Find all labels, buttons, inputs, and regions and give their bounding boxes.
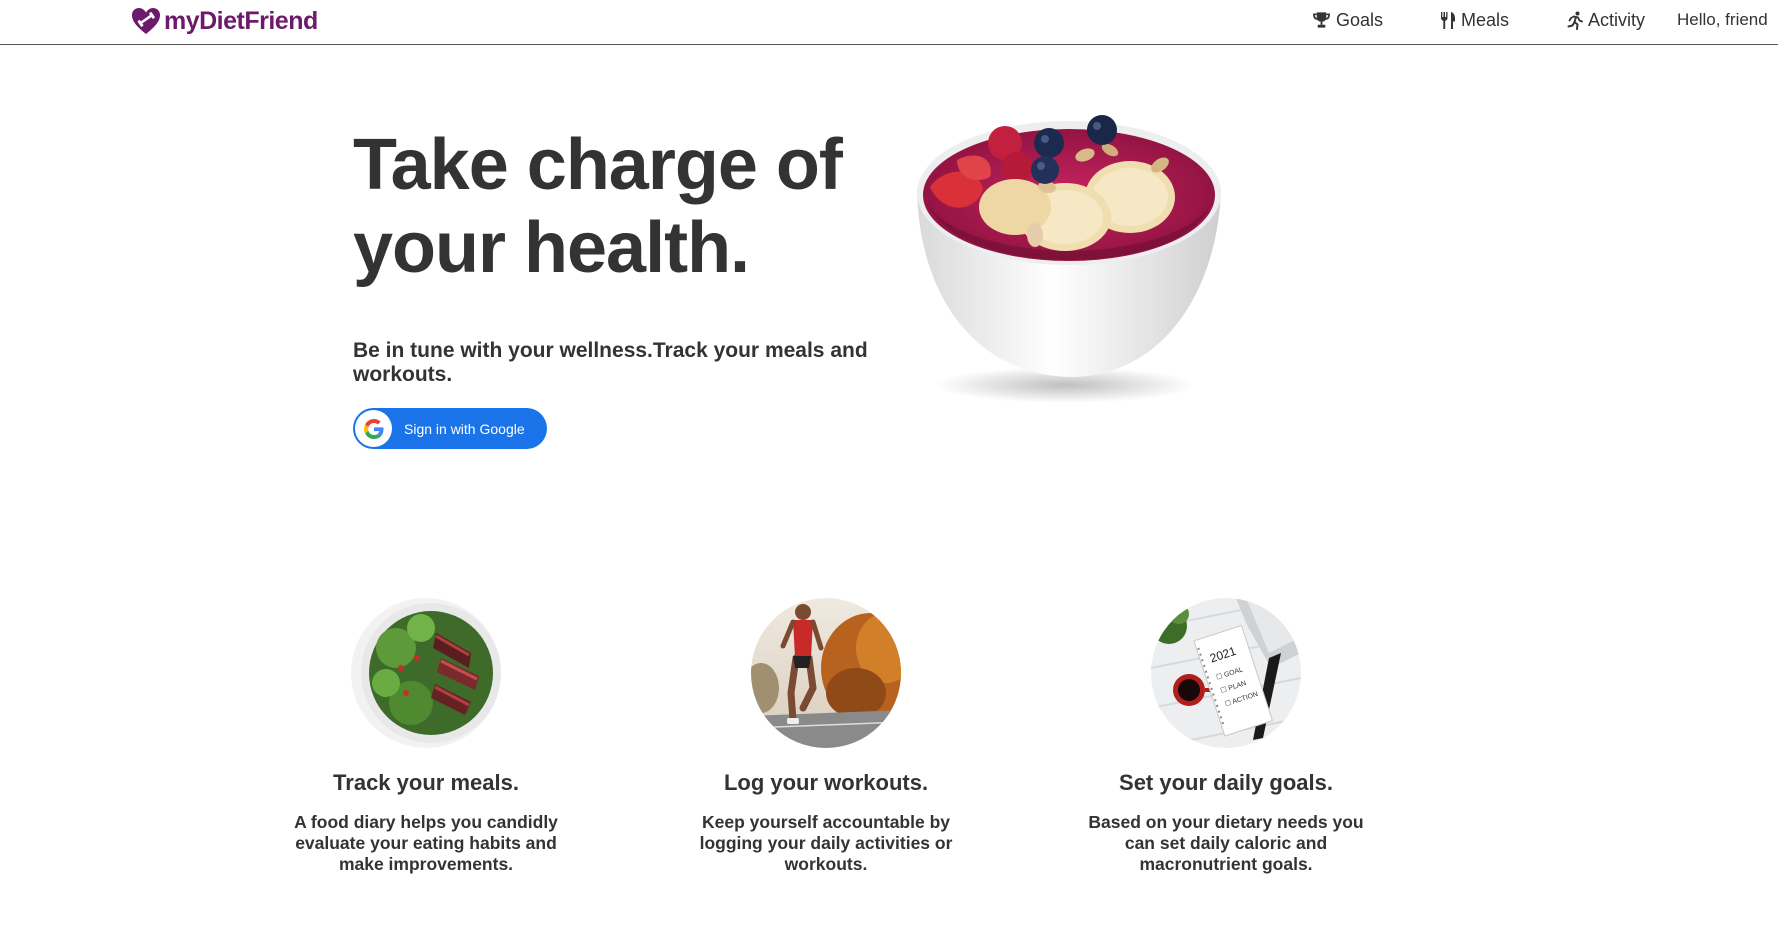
salad-steak-image — [351, 598, 501, 748]
google-signin-button[interactable]: Sign in with Google — [353, 408, 547, 449]
nav-meals-label: Meals — [1461, 9, 1510, 30]
feature-log-workouts: Log your workouts. Keep yourself account… — [676, 598, 976, 875]
feature-daily-goals: 2021 ☐ GOAL ☐ PLAN ☐ ACTION Set your dai… — [1076, 598, 1376, 875]
heart-dumbbell-icon — [132, 8, 160, 34]
hero-title: Take charge of your health. — [353, 125, 843, 288]
feature-title: Track your meals. — [333, 770, 519, 795]
top-navbar: myDietFriend Goals Meals Activity Hello,… — [0, 0, 1778, 45]
smoothie-bowl-image — [917, 115, 1221, 403]
nav-goals-label: Goals — [1336, 9, 1384, 30]
runner-image — [751, 598, 901, 748]
trophy-icon — [1313, 12, 1330, 28]
google-signin-label: Sign in with Google — [404, 420, 525, 437]
user-greeting: Hello, friend — [1677, 10, 1768, 29]
goals-notepad-image: 2021 ☐ GOAL ☐ PLAN ☐ ACTION — [1151, 598, 1301, 748]
hero-subtitle: Be in tune with your wellness.Track your… — [353, 339, 868, 386]
nav-activity-label: Activity — [1588, 9, 1646, 30]
nav-meals[interactable]: Meals — [1440, 0, 1509, 40]
nav-activity[interactable]: Activity — [1567, 0, 1645, 40]
feature-description: Keep yourself accountable by logging you… — [699, 812, 953, 874]
brand-logo[interactable]: myDietFriend — [130, 3, 318, 39]
feature-description: Based on your dietary needs you can set … — [1088, 812, 1364, 874]
feature-title: Log your workouts. — [723, 770, 929, 795]
brand-name: myDietFriend — [164, 6, 318, 35]
feature-title: Set your daily goals. — [1119, 770, 1333, 795]
feature-track-meals: Track your meals. A food diary helps you… — [276, 598, 576, 875]
utensils-icon — [1441, 11, 1455, 29]
running-icon — [1567, 11, 1583, 30]
feature-description: A food diary helps you candidly evaluate… — [294, 812, 558, 874]
google-g-icon — [355, 410, 392, 447]
nav-goals[interactable]: Goals — [1312, 0, 1383, 40]
